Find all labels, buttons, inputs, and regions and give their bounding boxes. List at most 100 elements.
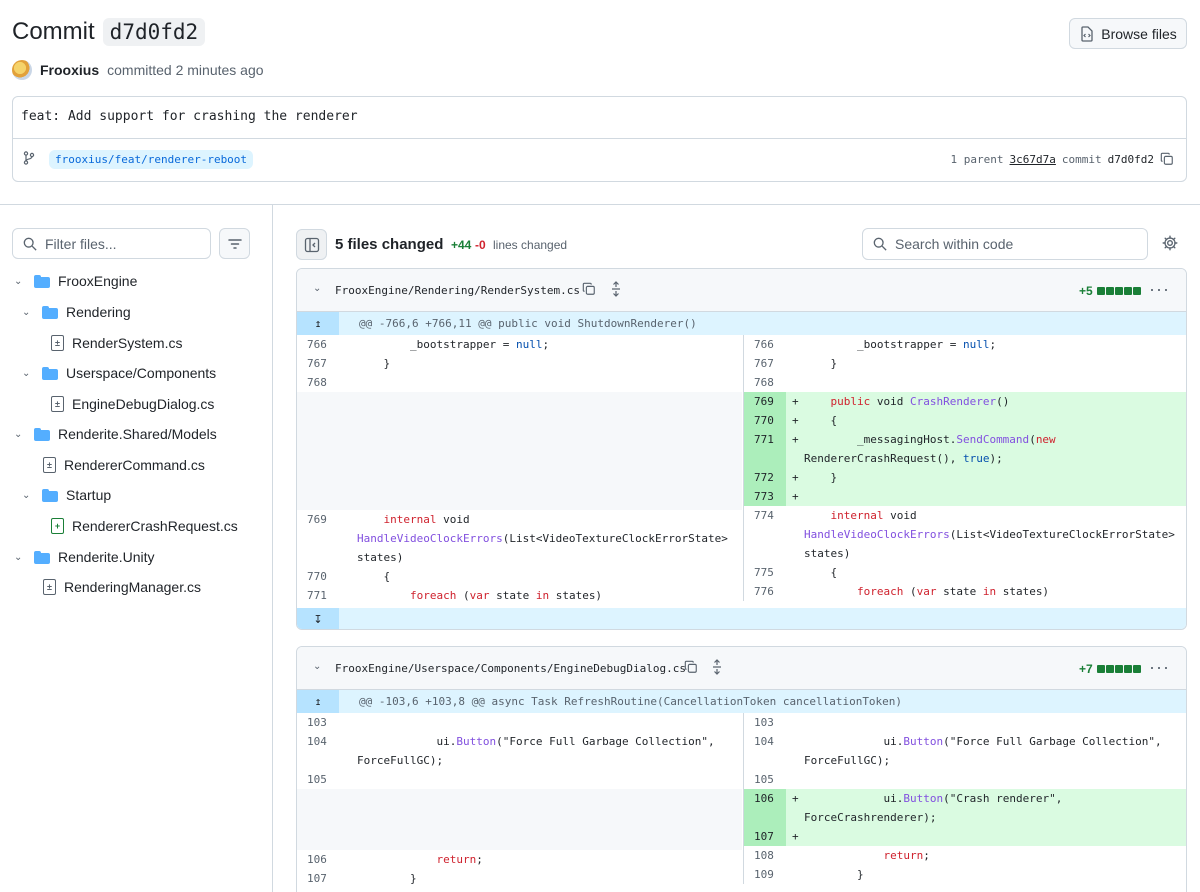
- commit-label: commit: [1061, 152, 1102, 166]
- diff-line-empty: [297, 392, 742, 510]
- tree-label: Rendering: [66, 304, 131, 320]
- tree-folder-renderite-unity[interactable]: ⌄ Renderite.Unity: [14, 542, 155, 572]
- expand-up-icon[interactable]: ↥: [297, 312, 339, 335]
- expand-all-icon[interactable]: [711, 659, 723, 675]
- filter-placeholder: Filter files...: [45, 235, 117, 252]
- tree-file-renderercommand[interactable]: ± RendererCommand.cs: [43, 450, 205, 480]
- expand-up-icon[interactable]: ↥: [297, 690, 339, 713]
- page-title: Commit d7d0fd2: [12, 18, 206, 46]
- folder-icon: [34, 274, 50, 288]
- file-diff-icon: ±: [51, 396, 64, 412]
- diff-file-header: ⌄ FrooxEngine/Rendering/RenderSystem.cs …: [297, 269, 1186, 312]
- commit-sha: d7d0fd2: [1107, 152, 1154, 166]
- chevron-down-icon: ⌄: [14, 275, 23, 287]
- browse-files-label: Browse files: [1101, 25, 1177, 42]
- copy-icon[interactable]: [1160, 152, 1174, 166]
- kebab-menu-icon[interactable]: ···: [1149, 657, 1170, 678]
- branch-label[interactable]: frooxius/feat/renderer-reboot: [49, 150, 254, 169]
- parent-sha-link[interactable]: 3c67d7a: [1010, 153, 1056, 166]
- filter-options-button[interactable]: [219, 228, 250, 259]
- diff-file-enginedebugdialog: ⌄ FrooxEngine/Userspace/Components/Engin…: [296, 646, 1187, 892]
- tree-label: RenderSystem.cs: [72, 335, 183, 351]
- diff-line-added: 106 + ui.Button("Crash renderer", ForceCr…: [744, 789, 1186, 827]
- diff-line: 104 ui.Button("Force Full Garbage Collec…: [754, 735, 1169, 767]
- sidebar-divider[interactable]: [272, 205, 273, 892]
- tree-label: Renderite.Unity: [58, 549, 155, 565]
- search-code-input[interactable]: Search within code: [862, 228, 1148, 260]
- diff-line-added: 107 +: [744, 827, 1186, 846]
- tree-file-rendersystem[interactable]: ± RenderSystem.cs: [51, 328, 182, 358]
- diff-left-side: 103 104 ui.Button("Force Full Garbage Co…: [297, 713, 742, 888]
- folder-icon: [42, 488, 58, 502]
- copy-icon[interactable]: [582, 282, 596, 296]
- avatar[interactable]: [12, 60, 32, 80]
- diff-line: 766 _bootstrapper = null;: [754, 338, 997, 351]
- kebab-menu-icon[interactable]: ···: [1149, 279, 1170, 300]
- tree-folder-frooxengine[interactable]: ⌄ FrooxEngine: [14, 266, 137, 296]
- author-link[interactable]: Frooxius: [40, 62, 99, 78]
- chevron-down-icon: ⌄: [22, 367, 31, 379]
- toggle-file-tree-button[interactable]: [296, 229, 327, 260]
- chevron-down-icon: ⌄: [22, 306, 31, 318]
- diff-file-header: ⌄ FrooxEngine/Userspace/Components/Engin…: [297, 647, 1186, 690]
- diff-stat-blocks: [1096, 287, 1141, 295]
- file-added-icon: +: [51, 518, 64, 534]
- diff-line: 109 }: [754, 868, 864, 881]
- search-icon: [873, 237, 887, 251]
- tree-label: Userspace/Components: [66, 365, 217, 381]
- file-diff-icon: ±: [51, 335, 64, 351]
- git-branch-icon: [23, 151, 35, 165]
- chevron-down-icon[interactable]: ⌄: [313, 661, 321, 672]
- tree-file-renderercrashrequest[interactable]: + RendererCrashRequest.cs: [51, 511, 238, 541]
- diff-file-path[interactable]: FrooxEngine/Rendering/RenderSystem.cs: [335, 284, 580, 297]
- diff-line: 775 {: [754, 566, 838, 579]
- diff-line-added: 770 + {: [744, 411, 1186, 430]
- commit-message: feat: Add support for crashing the rende…: [21, 109, 358, 124]
- sidebar-collapse-icon: [304, 237, 319, 252]
- folder-icon: [42, 366, 58, 380]
- diff-line: 104 ui.Button("Force Full Garbage Collec…: [307, 735, 722, 767]
- folder-icon: [42, 305, 58, 319]
- tree-label: FrooxEngine: [58, 273, 138, 289]
- commit-header: Commit d7d0fd2 Browse files Frooxius com…: [0, 0, 1200, 205]
- gear-icon[interactable]: [1162, 235, 1178, 251]
- tree-file-enginedebugdialog[interactable]: ± EngineDebugDialog.cs: [51, 389, 214, 419]
- search-icon: [23, 237, 37, 251]
- tree-label: RendererCrashRequest.cs: [72, 518, 238, 534]
- filter-icon: [227, 238, 242, 249]
- browse-files-button[interactable]: Browse files: [1069, 18, 1187, 49]
- chevron-down-icon[interactable]: ⌄: [313, 283, 321, 294]
- diff-line: 767 }: [754, 357, 838, 370]
- tree-file-renderingmanager[interactable]: ± RenderingManager.cs: [43, 572, 201, 602]
- hunk-text: @@ -766,6 +766,11 @@ public void Shutdow…: [359, 317, 697, 330]
- diff-line: 108 return;: [754, 849, 930, 862]
- diff-line: 103: [754, 716, 774, 729]
- diff-line: 771 foreach (var state in states): [307, 589, 603, 602]
- diff-line: 768: [754, 376, 774, 389]
- filter-files-input[interactable]: Filter files...: [12, 228, 211, 259]
- tree-label: RenderingManager.cs: [64, 579, 201, 595]
- diff-stat-count: +5: [1079, 284, 1093, 298]
- diff-rows: 766 _bootstrapper = null; 767 } 768 769 …: [297, 335, 1186, 608]
- diff-line: 767 }: [307, 357, 391, 370]
- expand-down-icon[interactable]: ↧: [297, 608, 339, 629]
- tree-label: EngineDebugDialog.cs: [72, 396, 215, 412]
- parent-info: 1 parent 3c67d7a commit d7d0fd2: [951, 152, 1174, 166]
- diff-line: 776 foreach (var state in states): [754, 585, 1050, 598]
- diff-line-empty: [297, 789, 742, 850]
- tree-folder-rendering[interactable]: ⌄ Rendering: [22, 297, 131, 327]
- diff-line: 105: [754, 773, 774, 786]
- additions-count: +44: [451, 238, 472, 252]
- diff-line-added: 769 + public void CrashRenderer(): [744, 392, 1186, 411]
- parent-count: 1 parent: [950, 152, 1004, 166]
- tree-folder-userspace-components[interactable]: ⌄ Userspace/Components: [22, 358, 216, 388]
- expand-all-icon[interactable]: [610, 281, 622, 297]
- folder-icon: [34, 427, 50, 441]
- diff-file-path[interactable]: FrooxEngine/Userspace/Components/EngineD…: [335, 662, 686, 675]
- diff-line: 770 {: [307, 570, 391, 583]
- diff-line: 768: [307, 376, 327, 389]
- tree-folder-startup[interactable]: ⌄ Startup: [22, 480, 111, 510]
- tree-folder-renderite-shared-models[interactable]: ⌄ Renderite.Shared/Models: [14, 419, 217, 449]
- copy-icon[interactable]: [684, 660, 698, 674]
- tree-label: RendererCommand.cs: [64, 457, 205, 473]
